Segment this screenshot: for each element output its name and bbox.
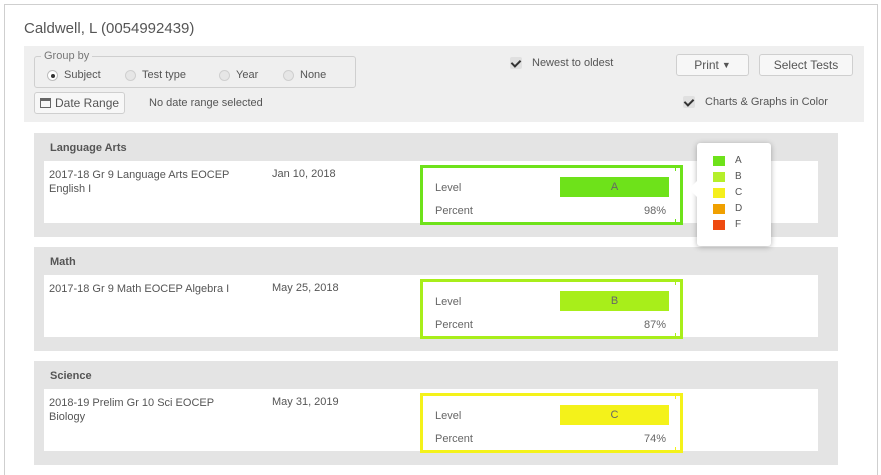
percent-value: 74%: [643, 433, 666, 445]
level-label: Level: [435, 296, 462, 308]
checkbox-label: Newest to oldest: [532, 57, 614, 69]
print-button-label: Print: [694, 58, 719, 72]
level-bar: B: [560, 291, 669, 311]
radio-icon[interactable]: [125, 69, 136, 81]
level-bar: C: [560, 405, 669, 425]
percent-label: Percent: [435, 433, 473, 445]
test-card: 2018-19 Prelim Gr 10 Sci EOCEP Biology M…: [44, 389, 818, 453]
newest-to-oldest-checkbox[interactable]: Newest to oldest: [510, 57, 613, 69]
legend-label: F: [735, 219, 742, 230]
date-range-status: No date range selected: [149, 97, 263, 109]
legend-swatch: [713, 171, 725, 182]
date-range-button[interactable]: Date Range: [34, 92, 126, 114]
select-tests-button[interactable]: Select Tests: [759, 54, 853, 76]
test-date: May 31, 2019: [272, 396, 339, 408]
date-range-button-label: Date Range: [55, 96, 120, 110]
section-math: Math 2017-18 Gr 9 Math EOCEP Algebra I M…: [34, 247, 838, 351]
percent-label: Percent: [435, 319, 473, 331]
legend-item: C: [713, 187, 742, 198]
legend-label: A: [735, 155, 742, 166]
legend-item: B: [713, 171, 742, 182]
level-label: Level: [435, 182, 462, 194]
radio-label: Subject: [64, 69, 101, 81]
legend-item: D: [713, 203, 742, 214]
legend-item: F: [713, 219, 741, 230]
section-title: Science: [50, 370, 92, 382]
radio-label: Test type: [142, 69, 187, 81]
print-button[interactable]: Print ▼: [676, 54, 749, 76]
calendar-icon: [40, 98, 51, 108]
charts-color-checkbox[interactable]: Charts & Graphs in Color: [683, 96, 828, 108]
percent-label: Percent: [435, 205, 473, 217]
score-box[interactable]: Level C Percent 74%: [420, 393, 683, 453]
section-title: Language Arts: [50, 142, 127, 154]
checkbox-checked-icon[interactable]: [683, 96, 695, 108]
group-by-year-radio[interactable]: Year: [219, 68, 258, 82]
test-name: 2018-19 Prelim Gr 10 Sci EOCEP Biology: [49, 397, 214, 423]
section-science: Science 2018-19 Prelim Gr 10 Sci EOCEP B…: [34, 361, 838, 465]
score-box[interactable]: Level B Percent 87%: [420, 279, 683, 339]
group-by-legend: Group by: [41, 50, 93, 62]
radio-icon[interactable]: [283, 69, 294, 81]
legend-label: C: [735, 187, 743, 198]
legend-item: A: [713, 155, 742, 166]
legend-swatch: [713, 187, 725, 198]
legend-swatch: [713, 203, 725, 214]
test-date: Jan 10, 2018: [272, 168, 336, 180]
group-by-test-type-radio[interactable]: Test type: [125, 68, 186, 82]
legend-label: B: [735, 171, 742, 182]
percent-value: 98%: [643, 205, 666, 217]
percent-value: 87%: [643, 319, 666, 331]
checkbox-checked-icon[interactable]: [510, 57, 522, 69]
test-date: May 25, 2018: [272, 282, 339, 294]
student-title: Caldwell, L (0054992439): [24, 20, 195, 37]
group-by-fieldset: Group by Subject Test type Year None: [34, 50, 356, 88]
level-bar: A: [560, 177, 669, 197]
radio-icon[interactable]: [219, 69, 230, 81]
radio-label: None: [300, 69, 327, 81]
level-label: Level: [435, 410, 462, 422]
radio-label: Year: [236, 69, 259, 81]
legend-swatch: [713, 155, 725, 166]
checkbox-label: Charts & Graphs in Color: [705, 96, 828, 108]
group-by-none-radio[interactable]: None: [283, 68, 326, 82]
test-name: 2017-18 Gr 9 Math EOCEP Algebra I: [49, 283, 230, 295]
legend-swatch: [713, 219, 725, 230]
group-by-subject-radio[interactable]: Subject: [47, 68, 101, 82]
section-title: Math: [50, 256, 76, 268]
score-box[interactable]: Level A Percent 98%: [420, 165, 683, 225]
toolbar: Group by Subject Test type Year None New…: [24, 46, 864, 122]
chevron-down-icon: ▼: [721, 60, 731, 70]
test-name: 2017-18 Gr 9 Language Arts EOCEP English…: [49, 169, 230, 195]
grade-legend-popover: A B C D F: [689, 143, 771, 246]
legend-label: D: [735, 203, 743, 214]
radio-selected-icon[interactable]: [47, 69, 58, 81]
test-card: 2017-18 Gr 9 Math EOCEP Algebra I May 25…: [44, 275, 818, 339]
